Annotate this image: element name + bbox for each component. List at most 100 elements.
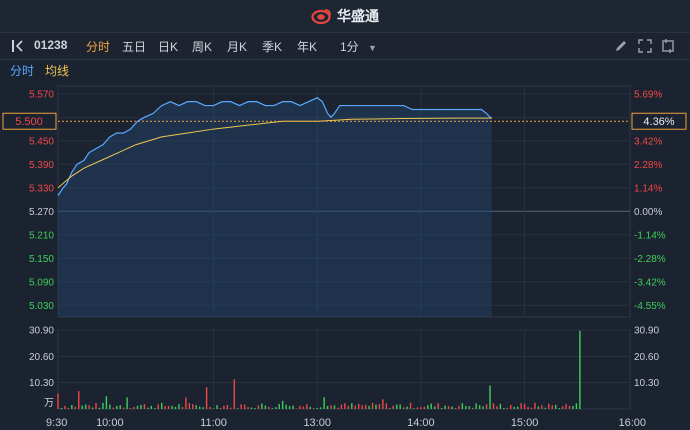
time-axis-label: 13:00 [303, 417, 331, 429]
current-percent-label: 4.36% [643, 116, 674, 128]
volume-bar [154, 408, 156, 409]
volume-bar [472, 407, 474, 409]
volume-bar [313, 408, 315, 409]
fullscreen-icon[interactable] [660, 38, 676, 54]
volume-bar [237, 408, 239, 409]
volume-bar [340, 404, 343, 409]
volume-bar [416, 407, 419, 409]
volume-bar [185, 397, 187, 409]
volume-bar [572, 405, 574, 409]
tab-five-day[interactable]: 五日 [122, 38, 146, 55]
title-bar: 华盛通 [0, 0, 690, 32]
price-volume-chart[interactable]: 5.5705.69%5.5104.55%5.4503.42%5.3902.28%… [0, 79, 690, 430]
volume-bar [254, 408, 256, 409]
volume-bar [364, 404, 367, 409]
volume-bar [482, 406, 484, 409]
volume-bar [219, 407, 222, 409]
volume-bar [195, 405, 197, 409]
volume-bar [64, 405, 66, 409]
period-select[interactable]: 1分 ▼ [340, 38, 377, 55]
volume-bar [347, 405, 350, 409]
volume-bar [278, 403, 280, 409]
tab-monthly-k[interactable]: 月K [227, 38, 247, 55]
volume-bar [240, 404, 242, 409]
volume-bar [413, 408, 415, 409]
volume-bar [105, 396, 108, 409]
volume-bar [202, 407, 204, 409]
volume-bar [427, 404, 429, 409]
volume-bar [496, 406, 498, 409]
volume-bar [102, 402, 104, 409]
volume-bar [133, 407, 135, 409]
volume-plot-frame [57, 329, 631, 410]
tab-yearly-k[interactable]: 年K [297, 38, 317, 55]
volume-tick-label-right: 30.90 [634, 326, 659, 337]
volume-bar [396, 404, 398, 409]
tab-quarterly-k[interactable]: 季K [262, 38, 282, 55]
price-tick-label: 5.570 [29, 89, 54, 100]
pencil-icon[interactable] [613, 38, 629, 54]
percent-tick-label: 1.14% [634, 183, 662, 194]
volume-bar [527, 406, 529, 409]
expand-icon[interactable] [637, 38, 653, 54]
volume-bar [389, 408, 391, 409]
volume-bar [126, 397, 128, 409]
volume-bar [171, 405, 173, 409]
volume-bar [468, 406, 470, 409]
volume-bar [361, 405, 363, 409]
volume-bar [164, 405, 166, 409]
volume-bar [98, 407, 101, 409]
volume-bar [275, 407, 277, 409]
volume-tick-label-right: 10.30 [634, 378, 659, 389]
volume-bar [233, 379, 235, 409]
volume-bar [122, 407, 125, 409]
volume-tick-label-right: 20.60 [634, 352, 659, 363]
volume-bar [368, 405, 370, 409]
volume-bar [551, 405, 553, 409]
legend-intraday: 分时 [10, 64, 35, 78]
volume-bar [281, 400, 284, 409]
legend-average: 均线 [45, 64, 70, 78]
volume-bar [188, 403, 191, 409]
volume-bar [192, 404, 194, 409]
volume-bar [74, 406, 76, 409]
current-price-label: 5.500 [15, 116, 43, 128]
volume-bar [199, 406, 201, 409]
tab-intraday[interactable]: 分时 [86, 38, 110, 55]
tab-weekly-k[interactable]: 周K [192, 38, 212, 55]
volume-unit-label: 万 [44, 398, 54, 409]
time-axis-label: 10:00 [96, 417, 124, 429]
volume-bar [392, 405, 394, 409]
volume-bar [129, 408, 132, 409]
volume-bar [541, 405, 543, 409]
volume-bar [516, 406, 519, 409]
volume-bar [510, 405, 512, 409]
tab-daily-k[interactable]: 日K [158, 38, 178, 55]
volume-bar [247, 407, 249, 409]
collapse-panel-icon[interactable] [10, 38, 26, 54]
volume-bar [271, 408, 273, 409]
volume-bar [382, 399, 384, 409]
volume-bar [454, 408, 457, 409]
volume-bar [288, 406, 291, 409]
volume-bar [344, 403, 346, 409]
volume-bar [261, 403, 263, 409]
volume-bar [330, 405, 332, 409]
volume-bar [178, 404, 180, 409]
volume-bar [81, 405, 83, 409]
volume-bar [205, 387, 208, 409]
volume-bar [385, 403, 388, 409]
volume-bar [337, 407, 339, 409]
toolbar: 01238 分时 五日 日K 周K 月K 季K 年K 1分 ▼ [0, 32, 690, 60]
volume-bar [399, 404, 401, 409]
volume-bar [323, 397, 325, 409]
price-tick-label: 5.090 [29, 277, 54, 288]
volume-bar [371, 402, 374, 409]
volume-bar [440, 407, 443, 409]
price-tick-label: 5.450 [29, 136, 54, 147]
legend-bar: 分时 均线 [0, 59, 690, 79]
volume-bar [157, 404, 159, 409]
volume-bar [434, 406, 436, 409]
volume-bar [319, 407, 322, 409]
volume-bar [295, 408, 298, 409]
